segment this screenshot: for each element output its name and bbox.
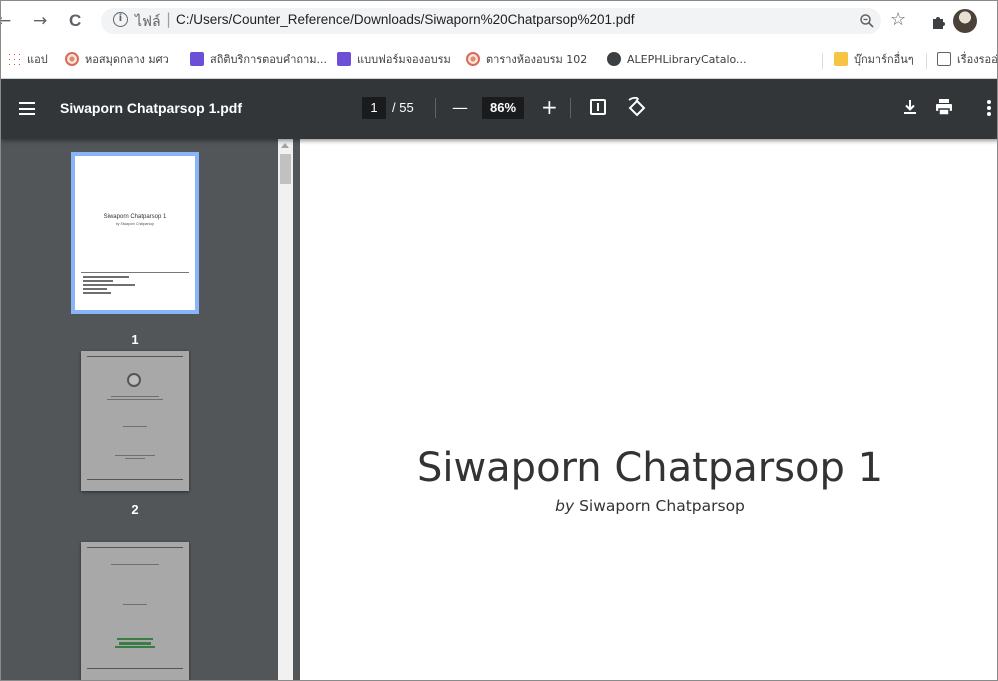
thumbnail-text-line: [115, 646, 155, 648]
avatar[interactable]: [953, 9, 977, 33]
print-icon[interactable]: [935, 98, 953, 116]
library-icon: [466, 52, 480, 66]
puzzle-icon[interactable]: [930, 14, 946, 30]
bookmark-label: หอสมุดกลาง มศว: [85, 53, 169, 66]
thumbnail-text-line: [83, 292, 111, 294]
rotate-icon[interactable]: [626, 97, 648, 119]
thumbnail-image[interactable]: [81, 351, 189, 491]
thumbnail-sidebar: Siwaporn Chatparsop 1 by Siwaporn Chatpa…: [1, 139, 295, 680]
more-options-icon[interactable]: [986, 99, 992, 117]
star-icon[interactable]: ☆: [890, 9, 906, 30]
thumbnail-page-number: 1: [131, 332, 139, 347]
bookmark-apps[interactable]: แอป: [7, 52, 48, 68]
thumbnail-text-line: [111, 564, 159, 565]
thumbnail-text-line: [123, 604, 147, 605]
seal-icon: [127, 373, 141, 387]
thumbnail-text-line: [119, 642, 151, 645]
thumbnail-text-line: [83, 288, 107, 290]
document-title: Siwaporn Chatparsop 1.pdf: [60, 100, 243, 116]
toolbar-divider: [570, 98, 571, 118]
bookmark-divider: [822, 53, 823, 69]
thumbnail-rule: [87, 356, 183, 357]
scrollbar-thumb[interactable]: [280, 154, 291, 184]
fit-page-icon[interactable]: [590, 99, 606, 115]
bookmark-label: เรื่องรออ่: [957, 53, 998, 66]
thumbnail-subtitle: by Siwaporn Chatparsop: [115, 222, 155, 226]
omnibox-separator: |: [166, 10, 172, 28]
zoom-icon[interactable]: [859, 13, 875, 29]
thumbnail-title: Siwaporn Chatparsop 1: [103, 214, 167, 220]
sidebar-scrollbar[interactable]: [278, 139, 293, 680]
thumbnail-text-line: [83, 276, 129, 278]
back-button[interactable]: ←: [1, 11, 11, 31]
sheet-icon: [190, 52, 204, 66]
pdf-page: Siwaporn Chatparsop 1 by Siwaporn Chatpa…: [300, 139, 997, 680]
page-total: / 55: [392, 100, 414, 115]
omnibox-scheme-label: ไฟล์: [135, 14, 161, 30]
thumbnail-text-line: [115, 455, 155, 456]
omnibox[interactable]: i ไฟล์ | C:/Users/Counter_Reference/Down…: [101, 8, 881, 34]
thumbnail-text-line: [111, 396, 159, 397]
page-title: Siwaporn Chatparsop 1: [416, 445, 884, 491]
byline-prefix: by: [555, 497, 575, 515]
page-author: Siwaporn Chatparsop: [579, 497, 745, 515]
thumbnail-image[interactable]: Siwaporn Chatparsop 1 by Siwaporn Chatpa…: [71, 152, 199, 314]
thumbnail-text-line: [83, 280, 113, 282]
info-icon[interactable]: i: [113, 12, 128, 27]
bookmark-label: สถิติบริการตอบคำถาม...: [210, 53, 327, 66]
bookmark-label: บุ๊กมาร์กอื่นๆ: [854, 53, 914, 66]
thumbnail-text-line: [107, 399, 163, 400]
bookmark-label: แบบฟอร์มจองอบรม: [357, 53, 451, 66]
bookmark-label: ALEPHLibraryCatalo...: [627, 53, 747, 66]
bookmark-stats[interactable]: สถิติบริการตอบคำถาม...: [190, 52, 327, 68]
bookmark-label: แอป: [27, 53, 48, 66]
globe-icon: [607, 52, 621, 66]
bookmark-form[interactable]: แบบฟอร์มจองอบรม: [337, 52, 451, 68]
zoom-input[interactable]: 86%: [482, 97, 524, 119]
forward-button[interactable]: →: [33, 11, 47, 31]
bookmark-other[interactable]: บุ๊กมาร์กอื่นๆ: [834, 52, 914, 68]
thumbnail-image[interactable]: [81, 542, 189, 680]
thumbnail-rule: [87, 547, 183, 548]
thumbnail-text-line: [125, 458, 145, 459]
reading-list-icon: [937, 52, 951, 66]
bookmark-divider: [926, 53, 927, 69]
form-icon: [337, 52, 351, 66]
reload-button[interactable]: C: [69, 11, 81, 31]
thumbnail-page-number: 2: [131, 502, 139, 517]
bookmark-aleph[interactable]: ALEPHLibraryCatalo...: [607, 52, 747, 68]
browser-window: ← → C i ไฟล์ | C:/Users/Counter_Referenc…: [0, 0, 998, 681]
toolbar-divider: [435, 98, 436, 118]
thumbnail-rule: [87, 668, 183, 669]
zoom-out-button[interactable]: —: [452, 96, 468, 120]
omnibox-url[interactable]: C:/Users/Counter_Reference/Downloads/Siw…: [176, 12, 635, 27]
thumbnail-text-line: [117, 638, 153, 640]
download-icon[interactable]: [902, 98, 918, 116]
menu-icon[interactable]: [19, 102, 35, 115]
bookmark-label: ตารางห้องอบรม 102: [486, 53, 588, 66]
address-bar: ← → C i ไฟล์ | C:/Users/Counter_Referenc…: [1, 1, 997, 41]
bookmark-reading-list[interactable]: เรื่องรออ่: [937, 52, 998, 68]
pdf-viewer: Siwaporn Chatparsop 1 by Siwaporn Chatpa…: [295, 139, 997, 680]
thumbnail-text-line: [83, 284, 135, 286]
thumbnail-rule: [81, 272, 189, 273]
bookmarks-bar: แอป หอสมุดกลาง มศว สถิติบริการตอบคำถาม..…: [1, 41, 998, 79]
bookmark-room-schedule[interactable]: ตารางห้องอบรม 102: [466, 52, 587, 68]
thumbnail-rule: [87, 479, 183, 480]
zoom-in-button[interactable]: +: [541, 95, 558, 119]
thumbnail-text-line: [123, 426, 147, 427]
apps-icon: [7, 52, 21, 66]
page-byline: by Siwaporn Chatparsop: [300, 497, 997, 515]
folder-icon: [834, 52, 848, 66]
pdf-toolbar: Siwaporn Chatparsop 1.pdf 1 / 55 — 86% +: [1, 79, 997, 139]
page-number-input[interactable]: 1: [362, 97, 386, 119]
bookmark-library[interactable]: หอสมุดกลาง มศว: [65, 52, 169, 68]
scroll-up-icon[interactable]: [281, 143, 289, 148]
library-icon: [65, 52, 79, 66]
